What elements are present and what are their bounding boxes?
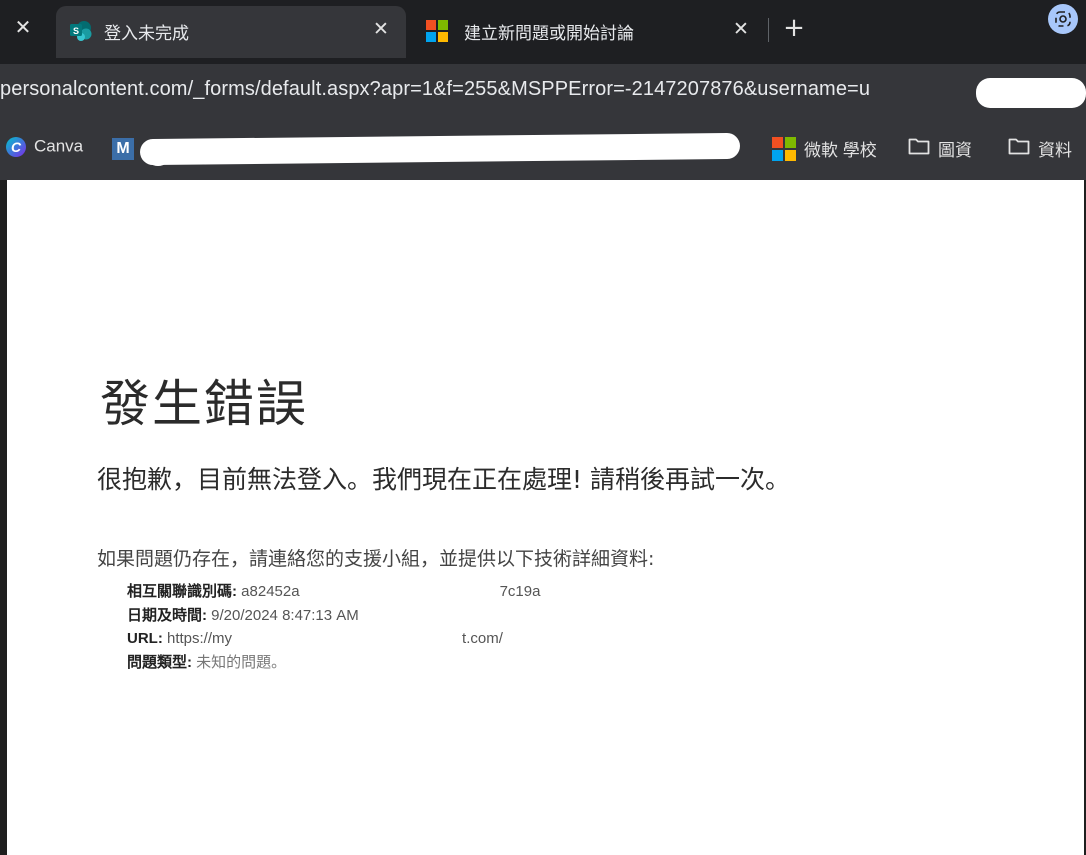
detail-url: URL: https://my t.com/ [127, 627, 540, 651]
url-text[interactable]: personalcontent.com/_forms/default.aspx?… [0, 78, 1086, 101]
tab-separator [768, 18, 769, 42]
bookmark-folder-data[interactable]: 資料 [1008, 136, 1072, 164]
tab-strip: ✕ S 登入未完成 ✕ 建立新問題或開始討論 ✕ + [0, 0, 1086, 58]
tab-sign-in-incomplete[interactable]: S 登入未完成 ✕ [56, 6, 406, 58]
close-tab-icon[interactable]: ✕ [728, 16, 754, 42]
detail-value: 未知的問題。 [196, 653, 287, 671]
detail-label: 相互關聯識別碼: [127, 583, 237, 600]
bookmark-folder-library[interactable]: 圖資 [908, 136, 972, 164]
help-text: 如果問題仍存在，請連絡您的支援小組，並提供以下技術詳細資料: [97, 548, 655, 570]
detail-label: URL: [127, 630, 163, 647]
window-border [0, 180, 7, 855]
canva-icon: C [6, 136, 26, 157]
tab-title: 建立新問題或開始討論 [464, 24, 634, 44]
microsoft-logo-icon [426, 20, 448, 42]
folder-icon [908, 137, 930, 160]
redaction-mark [976, 78, 1086, 108]
detail-value: 9/20/2024 8:47:13 AM [211, 606, 359, 624]
sharepoint-icon: S [70, 20, 92, 42]
page-title: 發生錯誤 [100, 375, 308, 433]
detail-value: https://my [167, 630, 233, 647]
close-tab-icon[interactable]: ✕ [10, 14, 36, 40]
browser-chrome: ✕ S 登入未完成 ✕ 建立新問題或開始討論 ✕ + personalconte… [0, 0, 1086, 180]
address-bar[interactable]: personalcontent.com/_forms/default.aspx?… [0, 64, 1086, 120]
svg-text:S: S [73, 26, 79, 36]
bookmark-microsoft-school[interactable]: 微軟 學校 [772, 136, 877, 164]
error-page: 發生錯誤 很抱歉，目前無法登入。我們現在正在處理! 請稍後再試一次。 如果問題仍… [7, 180, 1084, 855]
microsoft-logo-icon [772, 136, 796, 161]
detail-value: 7c19a [499, 583, 541, 600]
detail-correlation-id: 相互關聯識別碼: a82452a 7c19a [127, 580, 540, 604]
detail-issue-type: 問題類型: 未知的問題。 [127, 651, 540, 675]
close-tab-icon[interactable]: ✕ [368, 16, 394, 42]
technical-details: 相互關聯識別碼: a82452a 7c19a 日期及時間: 9/20/2024 8… [127, 580, 540, 674]
detail-value: a82452a [241, 583, 300, 600]
error-message: 很抱歉，目前無法登入。我們現在正在處理! 請稍後再試一次。 [97, 465, 790, 494]
tab-create-new-question[interactable]: 建立新問題或開始討論 ✕ [412, 6, 766, 58]
google-lens-icon[interactable] [1048, 4, 1078, 34]
folder-icon [1008, 137, 1030, 160]
new-tab-button[interactable]: + [780, 14, 808, 42]
bookmark-canva[interactable]: C Canva [6, 136, 83, 164]
detail-label: 日期及時間: [127, 606, 207, 624]
m-icon[interactable]: M [112, 138, 134, 160]
tab-title: 登入未完成 [104, 24, 189, 44]
detail-value: t.com/ [462, 630, 503, 647]
redaction-mark [146, 146, 170, 166]
detail-datetime: 日期及時間: 9/20/2024 8:47:13 AM [127, 604, 540, 628]
detail-label: 問題類型: [127, 653, 192, 671]
